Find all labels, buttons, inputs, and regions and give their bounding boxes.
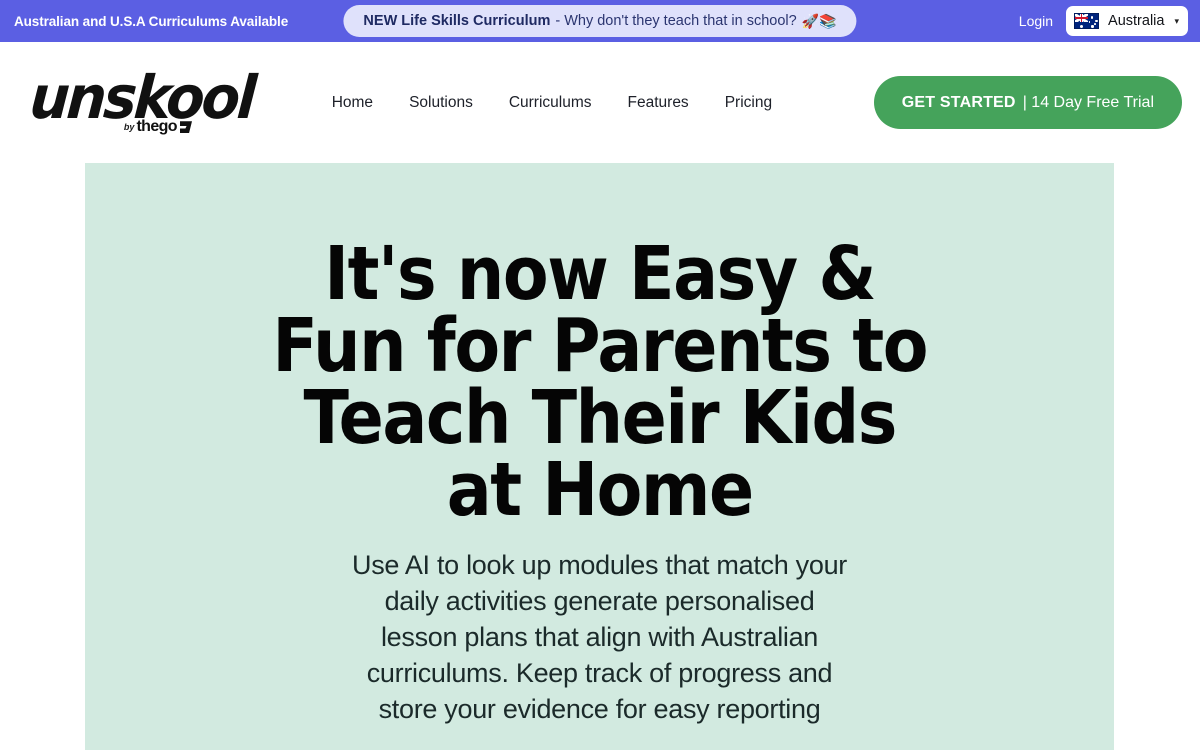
country-selector[interactable]: Australia ▾ <box>1066 6 1188 36</box>
hero-section: It's now Easy & Fun for Parents to Teach… <box>85 163 1114 750</box>
get-started-button[interactable]: GET STARTED | 14 Day Free Trial <box>873 76 1182 129</box>
topbar-actions: Login Australia ▾ <box>1019 6 1188 36</box>
country-name-label: Australia <box>1108 13 1165 29</box>
curriculum-availability-label: Australian and U.S.A Curriculums Availab… <box>14 13 289 29</box>
logo[interactable]: unskool by thego <box>28 64 256 137</box>
site-header: unskool by thego Home Solutions Curricul… <box>0 42 1200 163</box>
hero-headline: It's now Easy & Fun for Parents to Teach… <box>272 231 928 533</box>
nav-item-home[interactable]: Home <box>332 94 373 112</box>
announcement-headline: NEW Life Skills Curriculum <box>363 13 551 29</box>
primary-nav: Home Solutions Curriculums Features Pric… <box>230 94 874 112</box>
announcement-pill[interactable]: NEW Life Skills Curriculum - Why don't t… <box>343 5 857 37</box>
nav-item-features[interactable]: Features <box>628 94 689 112</box>
nav-item-solutions[interactable]: Solutions <box>409 94 473 112</box>
hero-subheadline: Use AI to look up modules that match you… <box>352 550 847 724</box>
cta-primary-label: GET STARTED <box>901 93 1016 111</box>
nav-item-curriculums[interactable]: Curriculums <box>509 94 592 112</box>
login-link[interactable]: Login <box>1019 13 1053 29</box>
chevron-down-icon: ▾ <box>1174 15 1179 26</box>
announcement-subtext: - Why don't they teach that in school? <box>555 13 797 29</box>
cta-trial-label: | 14 Day Free Trial <box>1022 93 1154 111</box>
logo-wordmark: unskool <box>27 63 256 133</box>
announcement-bar: Australian and U.S.A Curriculums Availab… <box>0 0 1200 42</box>
australia-flag-icon <box>1074 13 1100 29</box>
rocket-books-icon: 🚀📚 <box>801 13 837 29</box>
nav-item-pricing[interactable]: Pricing <box>725 94 772 112</box>
